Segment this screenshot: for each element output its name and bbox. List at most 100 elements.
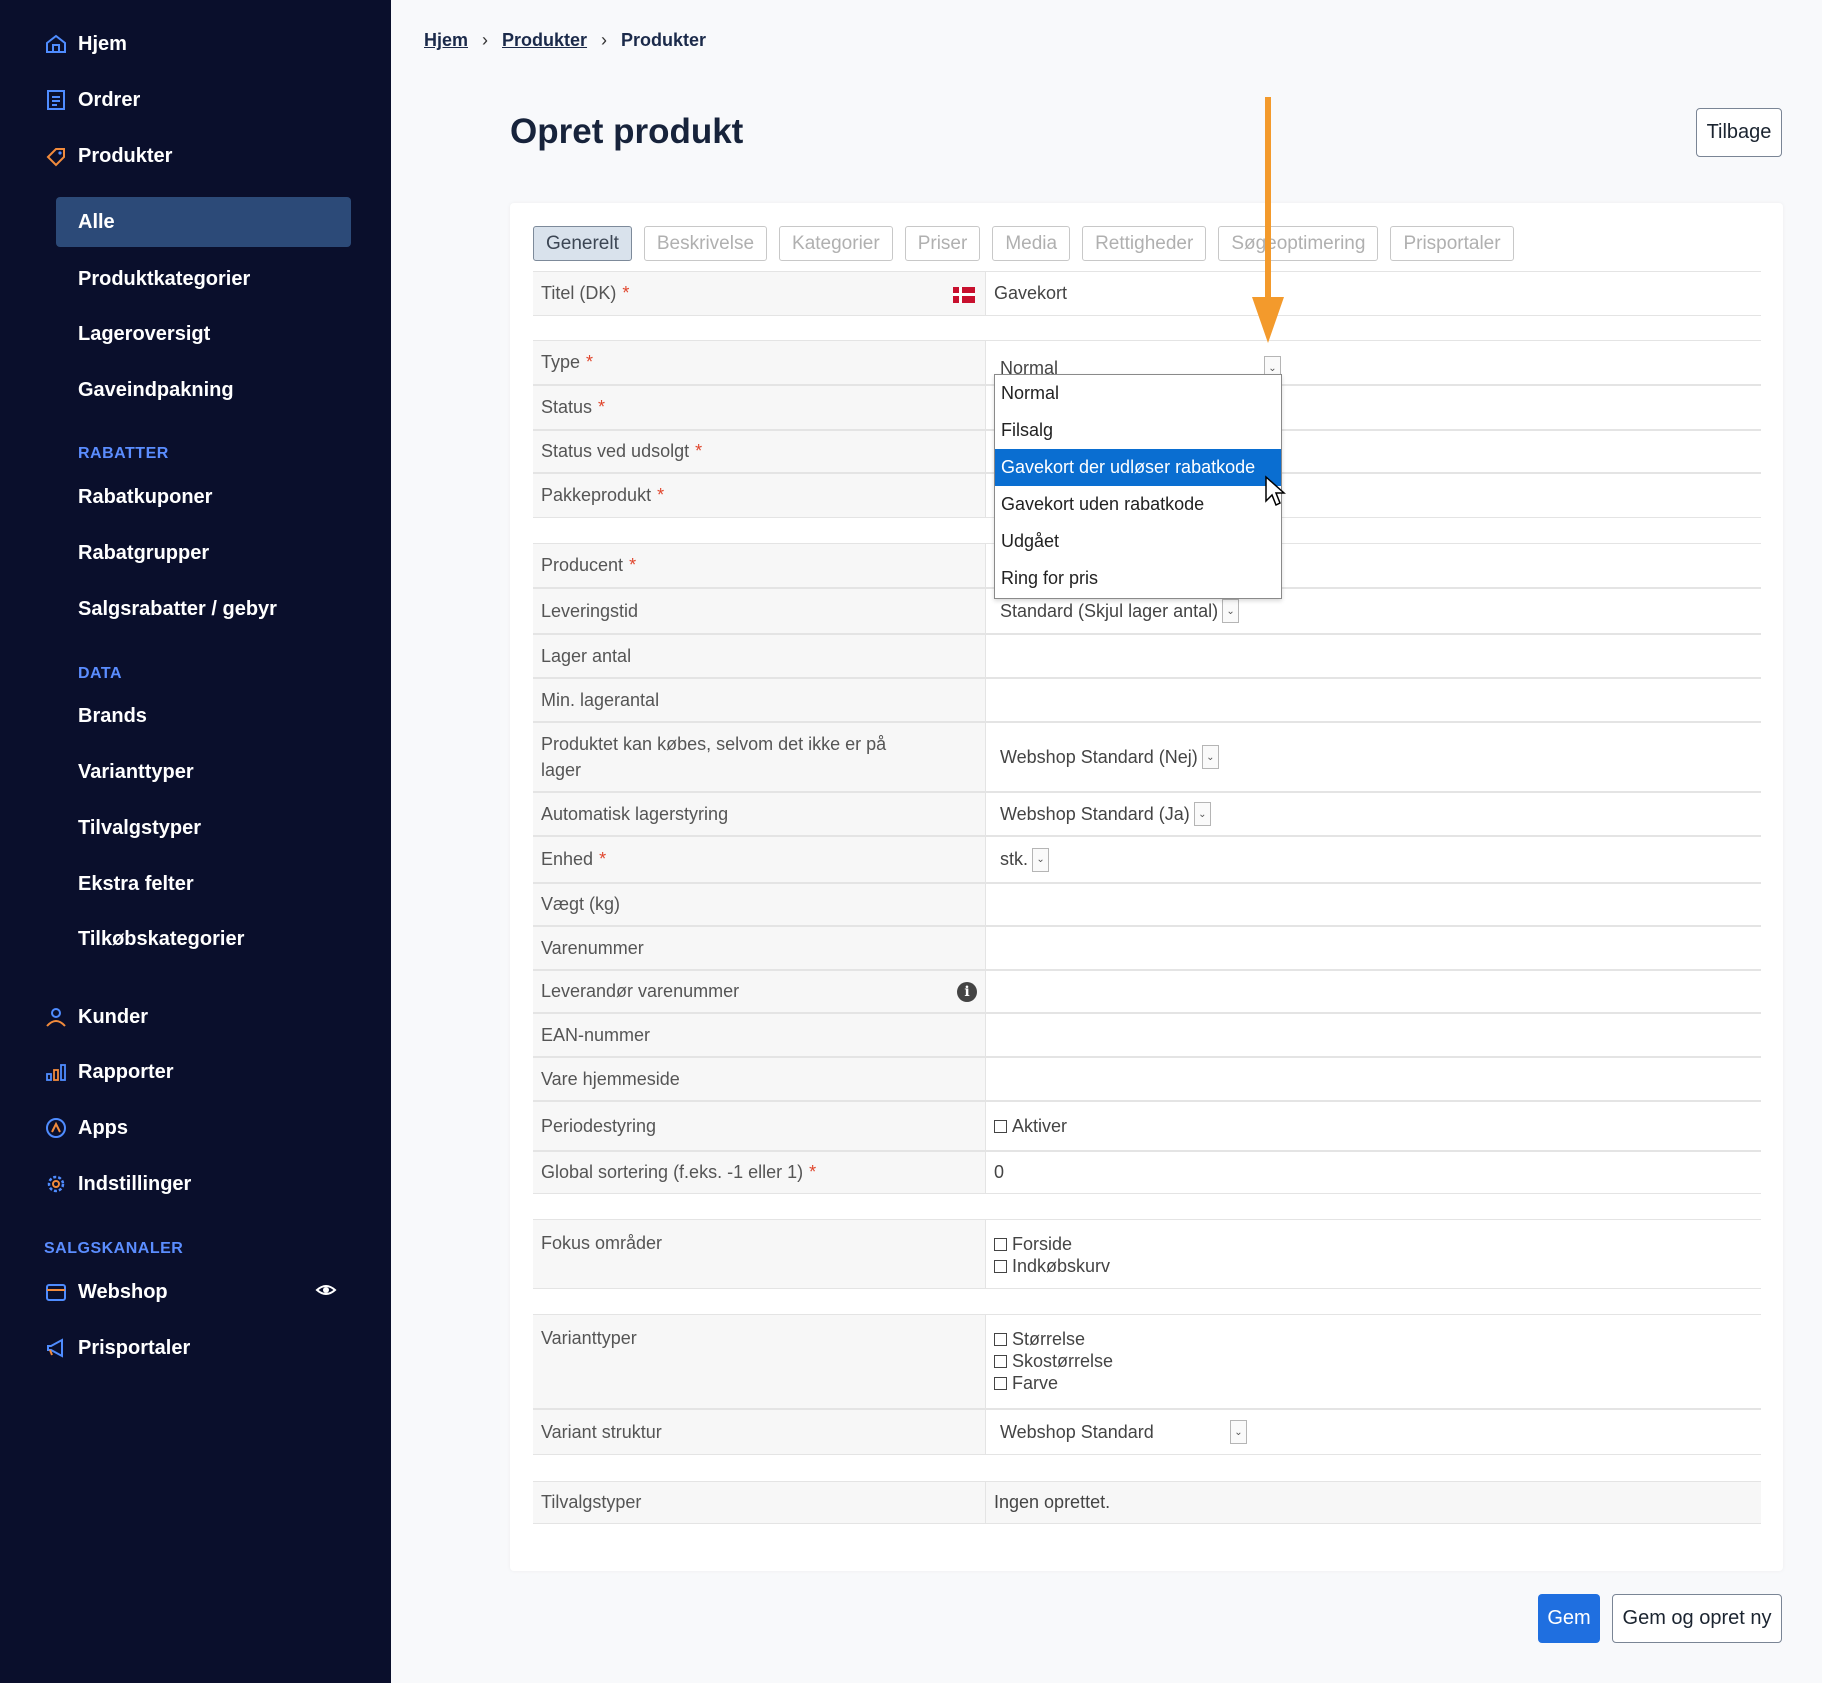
breadcrumb: Hjem › Produkter › Produkter: [424, 30, 706, 51]
sidebar-item-tilvalgstyper[interactable]: Tilvalgstyper: [78, 808, 201, 848]
titel-field[interactable]: Gavekort: [994, 283, 1067, 304]
sidebar-item-gaveindpakning[interactable]: Gaveindpakning: [78, 370, 234, 410]
tab-media[interactable]: Media: [992, 226, 1071, 261]
save-and-new-button[interactable]: Gem og opret ny: [1612, 1594, 1782, 1643]
nav-rapporter[interactable]: Rapporter: [44, 1052, 174, 1092]
nav-produkter[interactable]: Produkter: [44, 136, 172, 176]
type-option-gavekort-rabatkode[interactable]: Gavekort der udløser rabatkode: [995, 449, 1281, 486]
indkobskurv-label: Indkøbskurv: [1012, 1255, 1111, 1276]
type-option-gavekort-uden[interactable]: Gavekort uden rabatkode: [995, 486, 1281, 523]
min-lagerantal-field[interactable]: [986, 679, 1761, 721]
lager-antal-label: Lager antal: [541, 645, 632, 666]
auto-lager-select[interactable]: Webshop Standard (Ja) ⌄: [1000, 802, 1211, 826]
skostorrelse-label: Skostørrelse: [1012, 1350, 1114, 1371]
sidebar-item-rabatkuponer[interactable]: Rabatkuponer: [78, 477, 212, 517]
eye-icon[interactable]: [315, 1279, 337, 1301]
row-fokus: Fokus områder Forside Indkøbskurv: [533, 1219, 1761, 1289]
type-option-normal[interactable]: Normal: [995, 375, 1281, 412]
storrelse-checkbox[interactable]: [994, 1332, 1007, 1346]
tab-bar: Generelt Beskrivelse Kategorier Priser M…: [533, 226, 1514, 261]
tab-rettigheder[interactable]: Rettigheder: [1082, 226, 1207, 261]
kobes-label: Produktet kan købes, selvom det ikke er …: [541, 734, 887, 780]
back-button[interactable]: Tilbage: [1696, 108, 1782, 157]
sidebar-item-ekstra-felter[interactable]: Ekstra felter: [78, 864, 194, 904]
ean-field[interactable]: [986, 1014, 1761, 1056]
gear-icon: [44, 1172, 68, 1196]
tab-generelt[interactable]: Generelt: [533, 226, 632, 261]
type-label: Type: [541, 352, 581, 372]
nav-ordrer[interactable]: Ordrer: [44, 80, 140, 120]
row-hjemmeside: Vare hjemmeside: [533, 1057, 1761, 1101]
nav-hjem[interactable]: Hjem: [44, 24, 127, 64]
forside-label: Forside: [1012, 1233, 1073, 1254]
producent-label: Producent: [541, 555, 624, 575]
farve-checkbox[interactable]: [994, 1376, 1007, 1390]
tab-prisportaler[interactable]: Prisportaler: [1390, 226, 1514, 261]
skostorrelse-checkbox[interactable]: [994, 1354, 1007, 1368]
farve-label: Farve: [1012, 1372, 1059, 1393]
status-udsolgt-label: Status ved udsolgt: [541, 441, 690, 461]
nav-kunder[interactable]: Kunder: [44, 997, 148, 1037]
vaegt-label: Vægt (kg): [541, 894, 621, 914]
type-option-ring-for-pris[interactable]: Ring for pris: [995, 560, 1281, 597]
tab-priser[interactable]: Priser: [904, 226, 981, 261]
row-vaegt: Vægt (kg): [533, 883, 1761, 926]
sortering-label: Global sortering (f.eks. -1 eller 1): [541, 1162, 804, 1182]
sidebar-item-rabatgrupper[interactable]: Rabatgrupper: [78, 533, 209, 573]
sidebar-item-brands[interactable]: Brands: [78, 696, 147, 736]
aktiver-checkbox[interactable]: [994, 1119, 1007, 1133]
leveringstid-select[interactable]: Standard (Skjul lager antal) ⌄: [1000, 599, 1240, 623]
forside-checkbox[interactable]: [994, 1237, 1007, 1251]
mouse-cursor-icon: [1265, 475, 1286, 507]
vaegt-field[interactable]: [986, 884, 1761, 925]
chevron-down-icon: ⌄: [1222, 599, 1240, 623]
sidebar-item-produktkategorier[interactable]: Produktkategorier: [78, 259, 250, 299]
row-kobes: Produktet kan købes, selvom det ikke er …: [533, 722, 1761, 792]
sidebar-item-lageroversigt[interactable]: Lageroversigt: [78, 314, 210, 354]
row-tilvalgstyper: Tilvalgstyper Ingen oprettet.: [533, 1481, 1761, 1524]
hjemmeside-field[interactable]: [986, 1058, 1761, 1100]
variant-struktur-select[interactable]: Webshop Standard ⌄: [1000, 1420, 1247, 1444]
breadcrumb-produkter[interactable]: Produkter: [502, 30, 587, 51]
sortering-field[interactable]: 0: [994, 1162, 1004, 1183]
varianttyper-label: Varianttyper: [541, 1328, 637, 1348]
tab-beskrivelse[interactable]: Beskrivelse: [643, 226, 768, 261]
section-data: DATA: [78, 665, 123, 682]
nav-prisportaler[interactable]: Prisportaler: [44, 1328, 190, 1368]
type-option-udgaet[interactable]: Udgået: [995, 523, 1281, 560]
hjemmeside-label: Vare hjemmeside: [541, 1068, 680, 1089]
min-lagerantal-label: Min. lagerantal: [541, 689, 660, 710]
row-ean: EAN-nummer: [533, 1013, 1761, 1057]
status-label: Status: [541, 397, 593, 417]
lev-varenummer-field[interactable]: [986, 971, 1761, 1012]
row-varenummer: Varenummer: [533, 926, 1761, 970]
section-rabatter: RABATTER: [78, 445, 169, 462]
sidebar-item-alle[interactable]: Alle: [56, 197, 351, 247]
tab-sogeoptimering[interactable]: Søgeoptimering: [1218, 226, 1379, 261]
tilvalgstyper-label: Tilvalgstyper: [541, 1492, 642, 1512]
home-icon: [44, 32, 68, 56]
indkobskurv-checkbox[interactable]: [994, 1259, 1007, 1273]
pakkeprodukt-label: Pakkeprodukt: [541, 485, 652, 505]
kobes-select[interactable]: Webshop Standard (Nej) ⌄: [1000, 745, 1219, 769]
type-option-filsalg[interactable]: Filsalg: [995, 412, 1281, 449]
lager-antal-field[interactable]: [986, 635, 1761, 677]
info-icon[interactable]: i: [957, 982, 977, 1002]
sidebar-item-salgsrabatter[interactable]: Salgsrabatter / gebyr: [78, 589, 277, 629]
enhed-select[interactable]: stk. ⌄: [1000, 847, 1050, 872]
row-auto-lager: Automatisk lagerstyring Webshop Standard…: [533, 792, 1761, 836]
breadcrumb-hjem[interactable]: Hjem: [424, 30, 468, 51]
row-enhed: Enhed * stk. ⌄: [533, 836, 1761, 883]
save-button[interactable]: Gem: [1538, 1594, 1600, 1643]
row-titel: Titel (DK) * Gavekort: [533, 271, 1761, 316]
sidebar-item-varianttyper[interactable]: Varianttyper: [78, 752, 194, 792]
chevron-right-icon: ›: [482, 30, 489, 50]
varenummer-field[interactable]: [986, 927, 1761, 969]
lev-varenummer-label: Leverandør varenummer: [541, 981, 740, 1001]
nav-webshop[interactable]: Webshop: [44, 1272, 168, 1312]
sidebar-item-tilkobskategorier[interactable]: Tilkøbskategorier: [78, 919, 244, 959]
nav-apps[interactable]: Apps: [44, 1108, 128, 1148]
tab-kategorier[interactable]: Kategorier: [779, 226, 893, 261]
nav-indstillinger[interactable]: Indstillinger: [44, 1164, 191, 1204]
breadcrumb-current: Produkter: [621, 30, 707, 50]
